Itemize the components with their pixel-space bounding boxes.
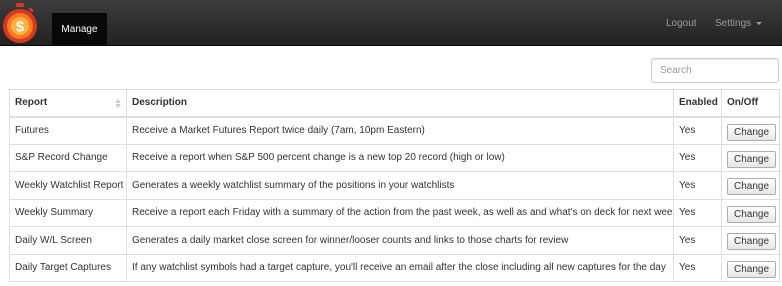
change-button[interactable]: Change bbox=[727, 205, 777, 223]
change-button[interactable]: Change bbox=[727, 123, 777, 141]
column-header-report[interactable]: Report bbox=[9, 89, 127, 118]
change-button[interactable]: Change bbox=[727, 260, 777, 278]
onoff-cell: Change bbox=[721, 198, 780, 227]
enabled-status: Yes bbox=[673, 143, 722, 172]
report-description: Generates a daily market close screen fo… bbox=[126, 226, 674, 255]
table-row: Daily W/L Screen Generates a daily marke… bbox=[9, 226, 780, 255]
reports-table: Report Description Enabled On/Off Future… bbox=[9, 89, 780, 282]
logout-link[interactable]: Logout bbox=[666, 0, 697, 46]
column-header-report-label: Report bbox=[15, 97, 48, 109]
search-input[interactable] bbox=[651, 58, 779, 83]
table-row: Weekly Watchlist Report Generates a week… bbox=[9, 171, 780, 200]
report-name: Weekly Summary bbox=[9, 198, 127, 227]
sort-icon[interactable] bbox=[115, 99, 121, 109]
enabled-status: Yes bbox=[673, 226, 722, 255]
column-header-description: Description bbox=[126, 89, 674, 118]
report-name: Daily W/L Screen bbox=[9, 226, 127, 255]
report-name: S&P Record Change bbox=[9, 143, 127, 172]
table-row: S&P Record Change Receive a report when … bbox=[9, 143, 780, 172]
caret-down-icon bbox=[756, 21, 763, 25]
onoff-cell: Change bbox=[721, 171, 780, 200]
onoff-cell: Change bbox=[721, 253, 780, 282]
dollar-stopwatch-icon[interactable]: $ bbox=[0, 2, 40, 44]
change-button[interactable]: Change bbox=[727, 150, 777, 168]
table-row: Futures Receive a Market Futures Report … bbox=[9, 116, 780, 145]
report-name: Daily Target Captures bbox=[9, 253, 127, 282]
column-header-onoff: On/Off bbox=[721, 89, 780, 118]
onoff-cell: Change bbox=[721, 116, 780, 145]
onoff-cell: Change bbox=[721, 226, 780, 255]
report-description: Receive a report each Friday with a summ… bbox=[126, 198, 674, 227]
report-description: Generates a weekly watchlist summary of … bbox=[126, 171, 674, 200]
report-description: Receive a report when S&P 500 percent ch… bbox=[126, 143, 674, 172]
enabled-status: Yes bbox=[673, 253, 722, 282]
column-header-enabled: Enabled bbox=[673, 89, 722, 118]
report-name: Weekly Watchlist Report bbox=[9, 171, 127, 200]
table-header-row: Report Description Enabled On/Off bbox=[9, 89, 780, 118]
svg-text:$: $ bbox=[16, 19, 25, 36]
report-name: Futures bbox=[9, 116, 127, 145]
enabled-status: Yes bbox=[673, 198, 722, 227]
report-description: If any watchlist symbols had a target ca… bbox=[126, 253, 674, 282]
logout-label: Logout bbox=[666, 17, 697, 29]
report-description: Receive a Market Futures Report twice da… bbox=[126, 116, 674, 145]
change-button[interactable]: Change bbox=[727, 233, 777, 251]
table-row: Weekly Summary Receive a report each Fri… bbox=[9, 198, 780, 227]
settings-dropdown[interactable]: Settings bbox=[715, 0, 763, 46]
tab-manage[interactable]: Manage bbox=[52, 13, 107, 46]
onoff-cell: Change bbox=[721, 143, 780, 172]
enabled-status: Yes bbox=[673, 171, 722, 200]
enabled-status: Yes bbox=[673, 116, 722, 145]
change-button[interactable]: Change bbox=[727, 178, 777, 196]
top-navbar: $ Manage Logout Settings bbox=[0, 0, 782, 46]
table-row: Daily Target Captures If any watchlist s… bbox=[9, 253, 780, 282]
settings-label: Settings bbox=[715, 17, 752, 29]
